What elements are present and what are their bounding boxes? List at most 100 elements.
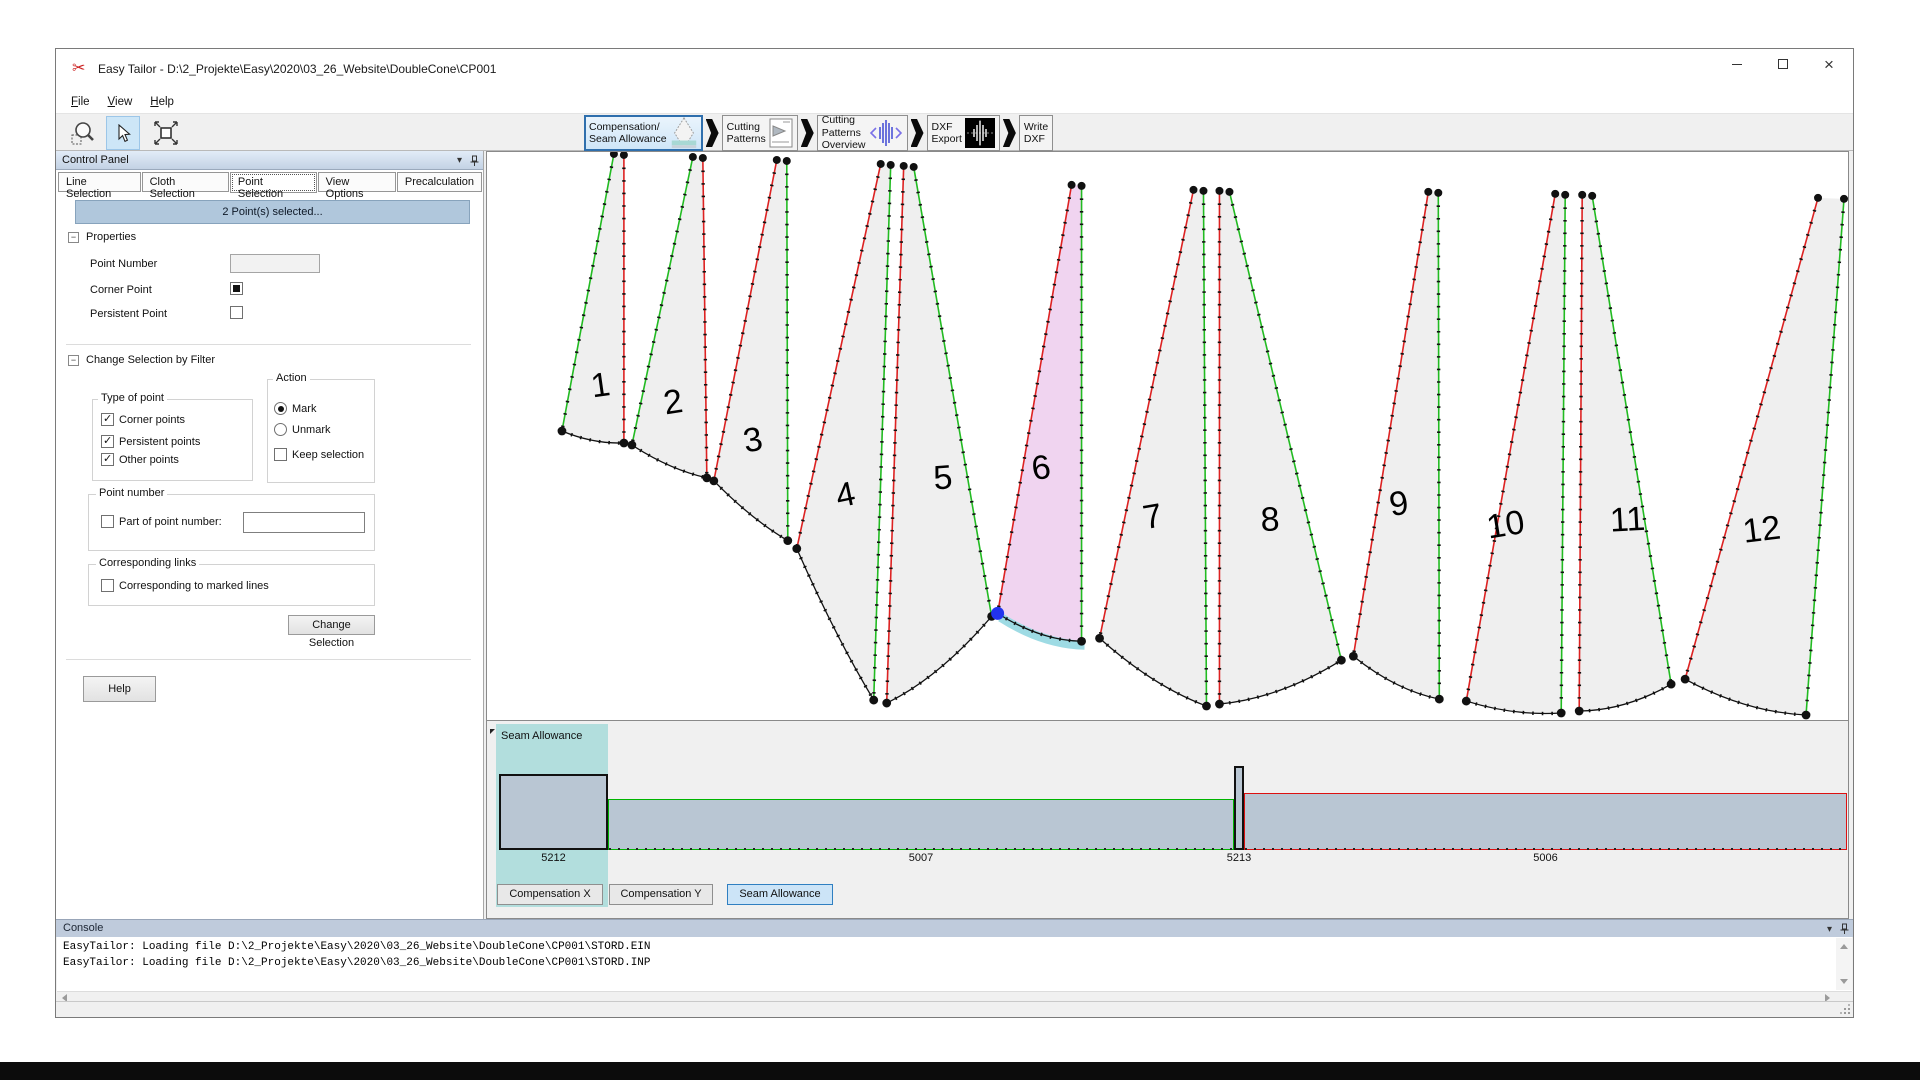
panel-number: 11 [1609, 500, 1646, 540]
pattern-panel-6[interactable]: 6 [991, 181, 1086, 646]
other-points-checkbox[interactable] [101, 453, 114, 466]
pattern-canvas[interactable]: 123456789101112 [486, 151, 1849, 721]
unmark-radio[interactable] [274, 423, 287, 436]
minimize-button[interactable] [1714, 49, 1760, 79]
pattern-panel-5[interactable]: 5 [882, 162, 996, 707]
keep-selection-checkbox[interactable] [274, 448, 287, 461]
workflow-compensation-seam-allowance[interactable]: Compensation/ Seam Allowance [584, 115, 703, 151]
scissors-app-icon: ✂ [72, 58, 85, 78]
pattern-panel-7[interactable]: 7 [1095, 186, 1211, 711]
fit-expand-icon [153, 120, 179, 146]
help-button[interactable]: Help [83, 676, 156, 702]
corner-point[interactable] [1349, 652, 1358, 661]
pattern-panel-4[interactable]: 4 [792, 160, 894, 704]
control-panel: Control Panel ▾ Line Selection Cloth Sel… [56, 151, 484, 919]
corner-point[interactable] [558, 427, 567, 436]
pattern-panel-12[interactable]: 12 [1681, 194, 1848, 720]
seam-bar-5212[interactable] [499, 774, 608, 850]
select-tool-button[interactable] [106, 116, 140, 150]
tab-line-selection[interactable]: Line Selection [58, 172, 141, 192]
magnifier-icon [70, 120, 96, 146]
corner-point[interactable] [792, 544, 801, 553]
chevron-down-icon[interactable]: ▾ [1827, 921, 1832, 938]
persistent-point-checkbox[interactable] [230, 306, 243, 319]
pattern-panel-3[interactable]: 3 [709, 156, 792, 545]
pin-icon[interactable] [1840, 923, 1849, 935]
console-output[interactable]: EasyTailor: Loading file D:\2_Projekte\E… [57, 937, 1852, 991]
seam-bar-5007[interactable] [608, 799, 1234, 850]
point-number-field[interactable] [230, 254, 320, 273]
divider [66, 659, 471, 660]
workflow-arrow-icon [1003, 119, 1016, 147]
scroll-up-icon[interactable] [1840, 944, 1848, 949]
pin-icon[interactable] [470, 155, 479, 167]
corner-point[interactable] [1095, 634, 1104, 643]
dxf-export-icon [965, 118, 995, 148]
mark-radio[interactable] [274, 402, 287, 415]
seam-bar-5006[interactable] [1244, 793, 1847, 850]
tab-seam-allowance[interactable]: Seam Allowance [727, 884, 833, 905]
console-vertical-scrollbar[interactable] [1836, 938, 1852, 990]
menu-view[interactable]: View [99, 94, 142, 110]
control-panel-title: Control Panel [62, 154, 129, 166]
filter-section-header: Change Selection by Filter [86, 354, 215, 366]
point-number-filter-field[interactable] [243, 512, 365, 533]
workflow-dxf-export[interactable]: DXF Export [927, 115, 1000, 151]
corner-point[interactable] [1215, 700, 1224, 709]
corner-points-checkbox[interactable] [101, 413, 114, 426]
workflow-label: DXF Export [932, 121, 962, 146]
part-of-point-number-label: Part of point number: [119, 516, 222, 528]
console-header[interactable]: Console ▾ [56, 919, 1853, 937]
workflow-cutting-patterns[interactable]: Cutting Patterns [722, 115, 798, 151]
collapse-icon[interactable]: − [68, 232, 79, 243]
title-bar[interactable]: ✂ Easy Tailor - D:\2_Projekte\Easy\2020\… [56, 49, 1853, 91]
scroll-down-icon[interactable] [1840, 979, 1848, 984]
seam-bar-5213[interactable] [1234, 766, 1244, 850]
menu-file[interactable]: File [62, 94, 99, 110]
corner-point[interactable] [1462, 697, 1471, 706]
pattern-panel-1[interactable]: 1 [558, 152, 629, 447]
pattern-panel-9[interactable]: 9 [1349, 188, 1444, 704]
maximize-button[interactable] [1760, 49, 1806, 79]
corner-point[interactable] [709, 476, 718, 485]
divider [66, 344, 471, 345]
unmark-label: Unmark [292, 424, 331, 436]
change-selection-button[interactable]: Change Selection [288, 615, 375, 635]
corner-point[interactable] [1681, 675, 1690, 684]
corresponding-to-marked-lines-label: Corresponding to marked lines [119, 580, 269, 592]
type-of-point-legend: Type of point [98, 392, 167, 404]
part-of-point-number-checkbox[interactable] [101, 515, 114, 528]
persistent-points-checkbox[interactable] [101, 435, 114, 448]
control-panel-header[interactable]: Control Panel ▾ [56, 151, 483, 170]
fit-view-tool-button[interactable] [148, 116, 184, 150]
tab-compensation-y[interactable]: Compensation Y [609, 884, 713, 905]
corner-point[interactable] [1575, 707, 1584, 716]
corner-point[interactable] [627, 441, 636, 450]
corresponding-to-marked-lines-checkbox[interactable] [101, 579, 114, 592]
chevron-down-icon[interactable]: ▾ [457, 151, 462, 170]
pattern-drawing[interactable]: 123456789101112 [487, 152, 1848, 720]
point-number-label: Point Number [90, 258, 157, 270]
corner-point-checkbox[interactable] [230, 282, 243, 295]
menu-help[interactable]: Help [141, 94, 183, 110]
close-button[interactable]: × [1806, 49, 1852, 79]
persistent-points-label: Persistent points [119, 436, 200, 448]
tab-view-options[interactable]: View Options [318, 172, 396, 192]
tab-cloth-selection[interactable]: Cloth Selection [142, 172, 229, 192]
corner-point[interactable] [882, 699, 891, 708]
pattern-panel-10[interactable]: 10 [1462, 190, 1569, 718]
workflow-cutting-patterns-overview[interactable]: Cutting Patterns Overview [817, 115, 908, 151]
other-points-label: Other points [119, 454, 179, 466]
workflow-write-dxf[interactable]: Write DXF [1019, 115, 1053, 151]
tab-precalculation[interactable]: Precalculation [397, 172, 482, 192]
tab-compensation-x[interactable]: Compensation X [497, 884, 603, 905]
tab-point-selection[interactable]: Point Selection [230, 172, 317, 193]
pattern-panel-2[interactable]: 2 [627, 153, 711, 482]
resize-grip[interactable] [1848, 1012, 1850, 1014]
zoom-tool-button[interactable] [64, 116, 102, 150]
collapse-icon[interactable]: − [68, 355, 79, 366]
pattern-panel-11[interactable]: 11 [1575, 191, 1676, 716]
selected-point[interactable] [991, 607, 1004, 620]
workflow-arrow-icon [801, 119, 814, 147]
pattern-panel-8[interactable]: 8 [1215, 187, 1346, 709]
